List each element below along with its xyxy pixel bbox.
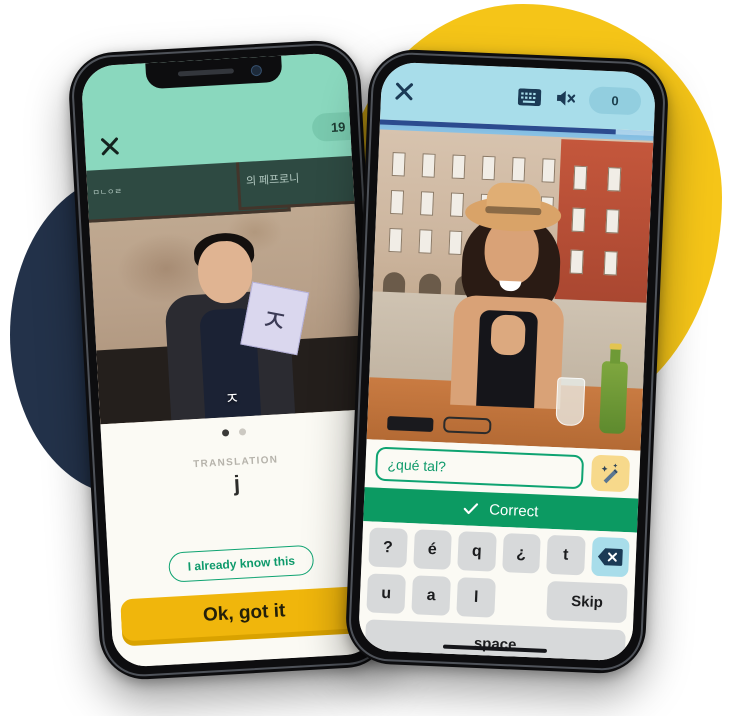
table-phone [387,416,434,432]
already-know-button[interactable]: I already know this [167,544,315,583]
pagination-dot-1[interactable] [221,429,230,437]
keyboard-row-1: ? é q ¿ t [368,527,630,578]
student-hat-band [485,205,542,216]
pagination-dot-2[interactable] [238,428,247,436]
answer-input[interactable]: ¿qué tal? [374,446,585,490]
keyboard-row-2: u a l Skip [366,573,628,624]
chalkboard-text-2: 의 페프로니 [245,172,300,188]
backspace-icon[interactable] [590,536,630,578]
left-answer-card: TRANSLATION j I already know this Ok, go… [100,409,380,668]
check-icon [463,500,480,517]
header-spacer [413,92,518,96]
key-t[interactable]: t [546,534,586,576]
phone-mockup-right: 0 ¿qué tal? Correct ? é q ¿ t u a l Skip… [344,47,670,676]
speaker-mute-icon[interactable] [555,89,578,108]
key-inverted-question[interactable]: ¿ [501,532,541,574]
key-e-acute[interactable]: é [412,529,452,570]
phone-screen-left: 19 ㅁㄴㅇㄹ 의 페프로니 ㅈ ㅈ TRANSLATION j I alrea… [80,52,380,668]
student-hands [490,314,526,356]
green-bottle [599,360,629,435]
feedback-text: Correct [488,500,539,520]
water-glass [555,377,586,427]
key-a[interactable]: a [411,575,451,616]
table-sunglasses [442,416,492,435]
flashcard: ㅈ [240,281,310,356]
close-icon[interactable] [395,82,414,101]
key-q[interactable]: q [457,531,497,572]
skip-button[interactable]: Skip [546,580,628,624]
phone-screen-right: 0 ¿qué tal? Correct ? é q ¿ t u a l Skip… [357,61,657,662]
promo-composition: 19 ㅁㄴㅇㄹ 의 페프로니 ㅈ ㅈ TRANSLATION j I alrea… [0,0,743,716]
keyboard-icon[interactable] [517,87,542,106]
key-l[interactable]: l [456,577,496,618]
left-lesson-video: ㅁㄴㅇㄹ 의 페프로니 ㅈ ㅈ [85,147,366,425]
chalkboard-text-1: ㅁㄴㅇㄹ [92,186,123,198]
right-lesson-video [366,119,654,451]
phone-mockup-left: 19 ㅁㄴㅇㄹ 의 페프로니 ㅈ ㅈ TRANSLATION j I alrea… [66,38,394,682]
close-icon[interactable] [100,137,119,156]
pagination-dots[interactable] [221,428,247,437]
key-question-mark[interactable]: ? [368,527,408,568]
score-badge: 0 [588,85,642,115]
virtual-keyboard: ? é q ¿ t u a l Skip space [357,521,637,662]
front-camera [250,64,263,77]
earpiece-speaker [177,68,235,77]
magic-wand-icon[interactable] [590,454,631,493]
ok-got-it-button[interactable]: Ok, got it [120,585,369,642]
key-spacer [501,579,541,620]
key-u[interactable]: u [366,573,407,614]
